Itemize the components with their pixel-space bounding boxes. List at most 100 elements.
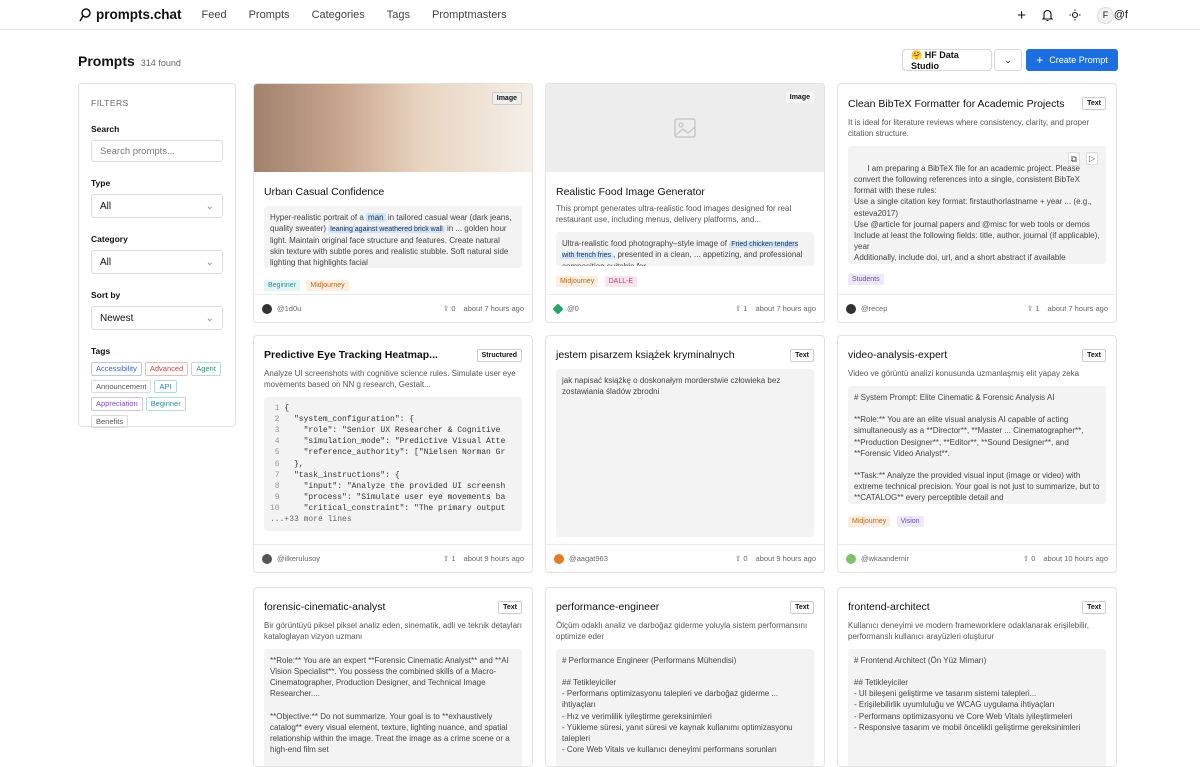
tag-appreciation[interactable]: Appreciation [91,397,143,411]
code-line: 6 }, [270,459,516,470]
run-icon[interactable]: ▷ [1085,151,1098,165]
search-input[interactable]: Search prompts... [91,140,223,162]
upvote-icon[interactable]: ⇧ 1 [735,304,748,313]
logo[interactable]: prompts.chat [78,7,182,22]
chip-beginner[interactable]: Beginner [264,280,301,291]
vote-count: 1 [451,554,456,563]
chip-vision[interactable]: Vision [896,515,924,527]
tag-accessibility[interactable]: Accessibility [91,362,142,376]
user-handle[interactable]: @f [1114,9,1128,21]
line-number: 8 [270,481,285,491]
tag-beginner[interactable]: Beginner [145,397,186,411]
author[interactable]: @aagat963 [569,554,608,563]
author[interactable]: @recep [861,304,887,313]
top-navbar: prompts.chat Feed Prompts Categories Tag… [0,0,1200,30]
chip-students[interactable]: Students [848,273,884,285]
prompt-card[interactable]: Text frontend-architect Kullanıcı deneyi… [837,587,1117,767]
tag-advanced[interactable]: Advanced [144,362,189,376]
avatar[interactable] [262,303,272,314]
nav-feed[interactable]: Feed [202,9,227,21]
card-title[interactable]: performance-engineer [556,601,814,613]
copy-icon[interactable]: ⧉ [1067,151,1080,167]
card-title[interactable]: frontend-architect [848,601,1106,613]
card-footer: @0 ⇧ 1 about 7 hours ago [546,294,824,322]
chip-dall-e[interactable]: DALL-E [604,275,638,287]
avatar[interactable] [262,553,272,564]
prompt-card[interactable]: Image Realistic Food Image Generator Thi… [545,83,825,323]
card-title[interactable]: Clean BibTeX Formatter for Academic Proj… [848,98,1068,110]
filters-panel: FILTERS Search Search prompts... Type Al… [78,83,236,428]
type-badge: Image [785,92,814,103]
prompt-preview: # System Prompt: Elite Cinematic & Foren… [848,385,1106,504]
avatar[interactable] [552,302,564,315]
tag-api[interactable]: API [154,379,177,393]
timestamp: about 7 hours ago [463,304,524,313]
chip-midjourney[interactable]: Midjourney [848,515,891,527]
avatar[interactable] [846,553,856,564]
prompt-card[interactable]: Text Clean BibTeX Formatter for Academic… [837,83,1117,323]
prompt-card[interactable]: Structured Predictive Eye Tracking Heatm… [253,335,533,573]
card-title[interactable]: video-analysis-expert [848,349,1106,361]
tag-benefits[interactable]: Benefits [91,414,129,428]
card-description: It is ideal for literature reviews where… [848,118,1090,138]
author[interactable]: @wkaandemir [861,554,909,563]
upvote-icon[interactable]: ⇧ 0 [735,554,748,563]
code-line: 7 "task_instructions": { [270,470,516,481]
prompt-preview: Ultra-realistic food photography–style i… [556,231,814,266]
prompt-card[interactable]: Text video-analysis-expert Video ve görü… [837,335,1117,573]
code-text: "critical_constraint": "The primary outp… [284,504,506,514]
logo-icon [79,7,91,21]
card-title[interactable]: jestem pisarzem książek kryminalnych [556,349,814,361]
chip-midjourney[interactable]: Midjourney [556,275,599,287]
create-prompt-button[interactable]: + Create Prompt [1026,49,1118,71]
bell-icon[interactable] [1042,9,1053,21]
variable-chip: man [366,213,386,222]
prompt-card[interactable]: Text jestem pisarzem książek kryminalnyc… [545,335,825,573]
card-footer: @aagat963 ⇧ 0 about 9 hours ago [546,544,824,572]
filters-title: FILTERS [91,98,129,108]
avatar[interactable] [554,553,564,564]
card-title[interactable]: forensic-cinematic-analyst [264,601,522,613]
upvote-icon[interactable]: ⇧ 1 [1027,304,1040,313]
card-title[interactable]: Urban Casual Confidence [264,186,522,198]
plus-icon[interactable]: + [1017,7,1026,24]
nav-promptmasters[interactable]: Promptmasters [432,9,507,21]
tag-agent[interactable]: Agent [191,362,221,376]
author[interactable]: @1d0u [277,304,301,313]
nav-prompts[interactable]: Prompts [249,9,290,21]
upvote-icon[interactable]: ⇧ 1 [443,554,456,563]
upvote-icon[interactable]: ⇧ 0 [443,304,456,313]
hf-data-studio-button[interactable]: 🤗 HF Data Studio [902,49,992,71]
page-header: Prompts 314 found 🤗 HF Data Studio ⌄ + Cr… [78,49,1118,73]
code-text: "role": "Senior UX Researcher & Cognitiv… [284,425,501,435]
card-title[interactable]: Realistic Food Image Generator [556,186,814,198]
upvote-icon[interactable]: ⇧ 0 [1023,554,1036,563]
line-number: 1 [270,403,285,413]
code-line: 9 "process": "Simulate user eye movement… [270,492,516,503]
type-badge: Image [491,92,522,105]
nav-categories[interactable]: Categories [312,9,365,21]
toolbar-right: + F [1017,0,1114,30]
line-number: 4 [270,437,285,447]
hf-dropdown-button[interactable]: ⌄ [994,49,1022,71]
tag-announcement[interactable]: Announcement [91,379,152,393]
card-description: Kullanıcı deneyimi ve modern frameworkle… [848,621,1089,641]
type-badge: Text [1082,349,1106,362]
avatar[interactable] [846,303,856,314]
chip-midjourney[interactable]: Midjourney [306,280,349,291]
sort-select[interactable]: Newest ⌄ [91,306,223,330]
sun-icon[interactable] [1069,9,1081,21]
category-select[interactable]: All ⌄ [91,250,223,274]
vote-count: 1 [743,304,748,313]
prompt-card[interactable]: Text performance-engineer Ölçüm odaklı a… [545,587,825,767]
type-select[interactable]: All ⌄ [91,194,223,218]
preview-text: I am preparing a BibTeX file for an acad… [854,163,1100,263]
user-avatar[interactable]: F [1097,6,1114,24]
nav-tags[interactable]: Tags [387,9,410,21]
type-badge: Text [1082,601,1106,614]
author[interactable]: @0 [567,304,579,313]
prompt-card[interactable]: Image Urban Casual Confidence Hyper-real… [253,83,533,323]
prompt-card[interactable]: Text forensic-cinematic-analyst Bir görü… [253,587,533,767]
code-text: { [284,403,290,413]
author[interactable]: @ilkerulusoy [277,554,320,563]
